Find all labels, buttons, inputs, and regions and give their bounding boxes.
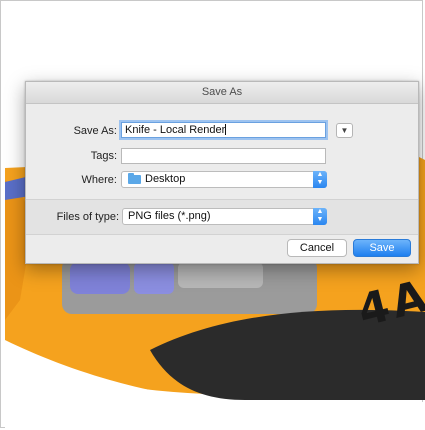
popup-arrows-icon: ▲ ▼ — [313, 208, 327, 225]
save-as-filename-value: Knife - Local Render — [125, 124, 226, 136]
cancel-button[interactable]: Cancel — [287, 239, 347, 257]
save-as-label: Save As: — [73, 125, 117, 137]
tags-input[interactable] — [121, 148, 326, 164]
expand-dialog-button[interactable]: ▼ — [336, 123, 353, 138]
popup-arrows-icon: ▲ ▼ — [313, 171, 327, 188]
where-location-value: Desktop — [145, 173, 186, 185]
dialog-title: Save As — [201, 86, 243, 98]
dialog-title-bar: Save As — [26, 82, 418, 104]
files-of-type-select[interactable]: PNG files (*.png) ▲ ▼ — [122, 208, 327, 225]
save-as-filename-input[interactable]: Knife - Local Render — [121, 122, 326, 138]
where-location-select[interactable]: Desktop ▲ ▼ — [121, 171, 327, 188]
save-button[interactable]: Save — [353, 239, 411, 257]
where-label: Where: — [81, 174, 117, 186]
files-of-type-label: Files of type: — [56, 211, 119, 223]
save-as-dialog: Save As Save As: Knife - Local Render ▼ … — [25, 81, 419, 264]
text-caret — [225, 124, 227, 135]
folder-icon — [128, 173, 141, 184]
files-of-type-panel: Files of type: PNG files (*.png) ▲ ▼ — [26, 199, 418, 235]
tags-label: Tags: — [90, 150, 117, 162]
files-of-type-value: PNG files (*.png) — [128, 210, 211, 222]
chevron-down-icon: ▼ — [340, 126, 349, 135]
